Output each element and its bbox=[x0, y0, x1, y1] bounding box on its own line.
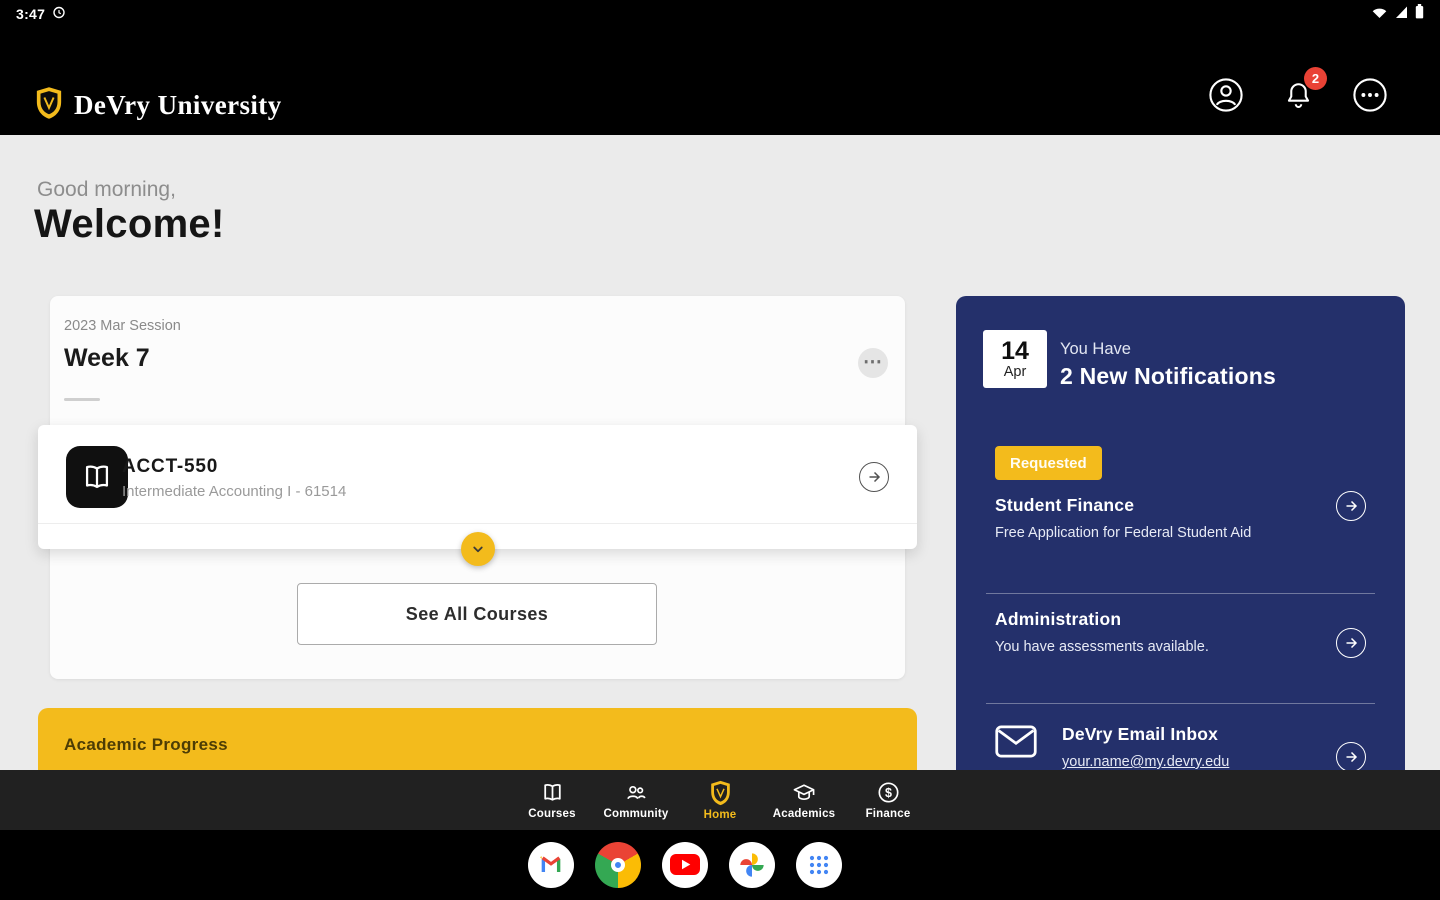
gmail-icon[interactable] bbox=[528, 842, 574, 888]
nav-academics[interactable]: Academics bbox=[773, 780, 835, 820]
notifications-panel: 14 Apr You Have 2 New Notifications Requ… bbox=[956, 296, 1405, 770]
status-left: 3:47 bbox=[16, 5, 66, 24]
book-icon bbox=[85, 465, 109, 489]
course-divider bbox=[38, 523, 917, 524]
nav-community[interactable]: Community bbox=[603, 780, 669, 820]
panel-title: 2 New Notifications bbox=[1060, 363, 1276, 389]
nav-label: Home bbox=[703, 808, 737, 821]
course-book-tile bbox=[66, 446, 128, 508]
svg-text:$: $ bbox=[885, 786, 892, 800]
requested-badge: Requested bbox=[995, 446, 1102, 480]
course-arrow-icon[interactable] bbox=[859, 462, 889, 492]
panel-intro: You Have bbox=[1060, 340, 1131, 358]
app-dock bbox=[0, 830, 1440, 900]
more-options-button[interactable] bbox=[1352, 77, 1388, 113]
see-all-courses-button[interactable]: See All Courses bbox=[297, 583, 657, 645]
main-content: Good morning, Welcome! 2023 Mar Session … bbox=[0, 135, 1440, 770]
apps-grid-icon[interactable] bbox=[796, 842, 842, 888]
academics-icon bbox=[793, 784, 815, 801]
notification-title: Student Finance bbox=[995, 495, 1135, 515]
session-menu-button[interactable]: ⋯ bbox=[858, 348, 888, 378]
community-icon bbox=[627, 785, 646, 800]
screen: 3:47 DeVry University 2 Good morning, We… bbox=[0, 0, 1440, 900]
course-code: ACCT-550 bbox=[122, 456, 219, 477]
expand-courses-button[interactable] bbox=[460, 532, 495, 566]
banner-title: Academic Progress bbox=[64, 735, 228, 754]
home-shield-icon bbox=[710, 780, 730, 805]
nav-finance[interactable]: $ Finance bbox=[857, 780, 919, 820]
notification-administration[interactable]: Administration You have assessments avai… bbox=[995, 609, 1321, 655]
notification-badge: 2 bbox=[1304, 67, 1327, 90]
nav-label: Academics bbox=[772, 808, 836, 820]
date-month: Apr bbox=[1003, 364, 1027, 380]
status-time: 3:47 bbox=[16, 6, 46, 22]
course-card[interactable]: ACCT-550 Intermediate Accounting I - 615… bbox=[38, 425, 917, 549]
chevron-down-icon bbox=[472, 546, 483, 553]
week-underline bbox=[64, 398, 100, 401]
nav-label: Courses bbox=[528, 808, 576, 820]
chrome-hub bbox=[611, 858, 625, 872]
session-label: 2023 Mar Session bbox=[64, 318, 181, 334]
notification-subtitle: You have assessments available. bbox=[995, 639, 1209, 655]
header-actions: 2 bbox=[1208, 67, 1388, 113]
profile-button[interactable] bbox=[1208, 77, 1244, 113]
bottom-nav: Courses Community Home Academics $ Finan… bbox=[0, 770, 1440, 830]
greeting-small: Good morning, bbox=[37, 178, 176, 201]
date-day: 14 bbox=[1001, 337, 1029, 365]
notifications-button[interactable]: 2 bbox=[1280, 67, 1327, 113]
nav-label: Community bbox=[603, 808, 669, 820]
panel-divider bbox=[986, 593, 1375, 594]
notification-student-finance[interactable]: Student Finance Free Application for Fed… bbox=[995, 495, 1321, 541]
brand-name: DeVry University bbox=[74, 90, 282, 120]
devry-shield-icon bbox=[34, 86, 64, 125]
wifi-icon bbox=[1371, 5, 1388, 24]
dock-row bbox=[528, 842, 842, 888]
profile-icon bbox=[1209, 78, 1243, 112]
nav-label: Finance bbox=[865, 808, 911, 820]
chrome-icon[interactable] bbox=[595, 842, 641, 888]
date-box: 14 Apr bbox=[983, 330, 1047, 388]
photos-icon[interactable] bbox=[729, 842, 775, 888]
arrow-right-icon[interactable] bbox=[1336, 742, 1366, 770]
academic-progress-banner[interactable]: Academic Progress bbox=[38, 708, 917, 770]
notification-subtitle: Free Application for Federal Student Aid bbox=[995, 525, 1252, 541]
notification-subtitle: your.name@my.devry.edu bbox=[1062, 754, 1230, 770]
panel-divider bbox=[986, 703, 1375, 704]
greeting-title: Welcome! bbox=[34, 202, 225, 246]
status-right bbox=[1371, 4, 1424, 24]
signal-icon bbox=[1394, 5, 1409, 24]
youtube-icon[interactable] bbox=[662, 842, 708, 888]
ellipsis-icon bbox=[1353, 78, 1387, 112]
nav-courses[interactable]: Courses bbox=[521, 780, 583, 820]
session-card: 2023 Mar Session Week 7 ⋯ ACCT-550 Inter… bbox=[38, 296, 917, 679]
battery-icon bbox=[1415, 4, 1424, 24]
week-title: Week 7 bbox=[64, 344, 150, 372]
mail-icon bbox=[994, 724, 1038, 764]
arrow-right-icon[interactable] bbox=[1336, 628, 1366, 658]
status-bar: 3:47 bbox=[0, 0, 1440, 28]
finance-icon: $ bbox=[877, 782, 899, 803]
notification-title: Administration bbox=[995, 609, 1122, 629]
courses-icon bbox=[543, 784, 561, 801]
arrow-right-icon[interactable] bbox=[1336, 491, 1366, 521]
notification-email-inbox[interactable]: DeVry Email Inbox your.name@my.devry.edu bbox=[1062, 724, 1321, 770]
brand-logo: DeVry University bbox=[34, 86, 282, 125]
notification-title: DeVry Email Inbox bbox=[1062, 724, 1219, 744]
course-subtitle: Intermediate Accounting I - 61514 bbox=[122, 483, 347, 500]
app-header: DeVry University 2 bbox=[0, 28, 1440, 135]
nav-home[interactable]: Home bbox=[689, 780, 751, 821]
alarm-icon bbox=[52, 5, 66, 24]
